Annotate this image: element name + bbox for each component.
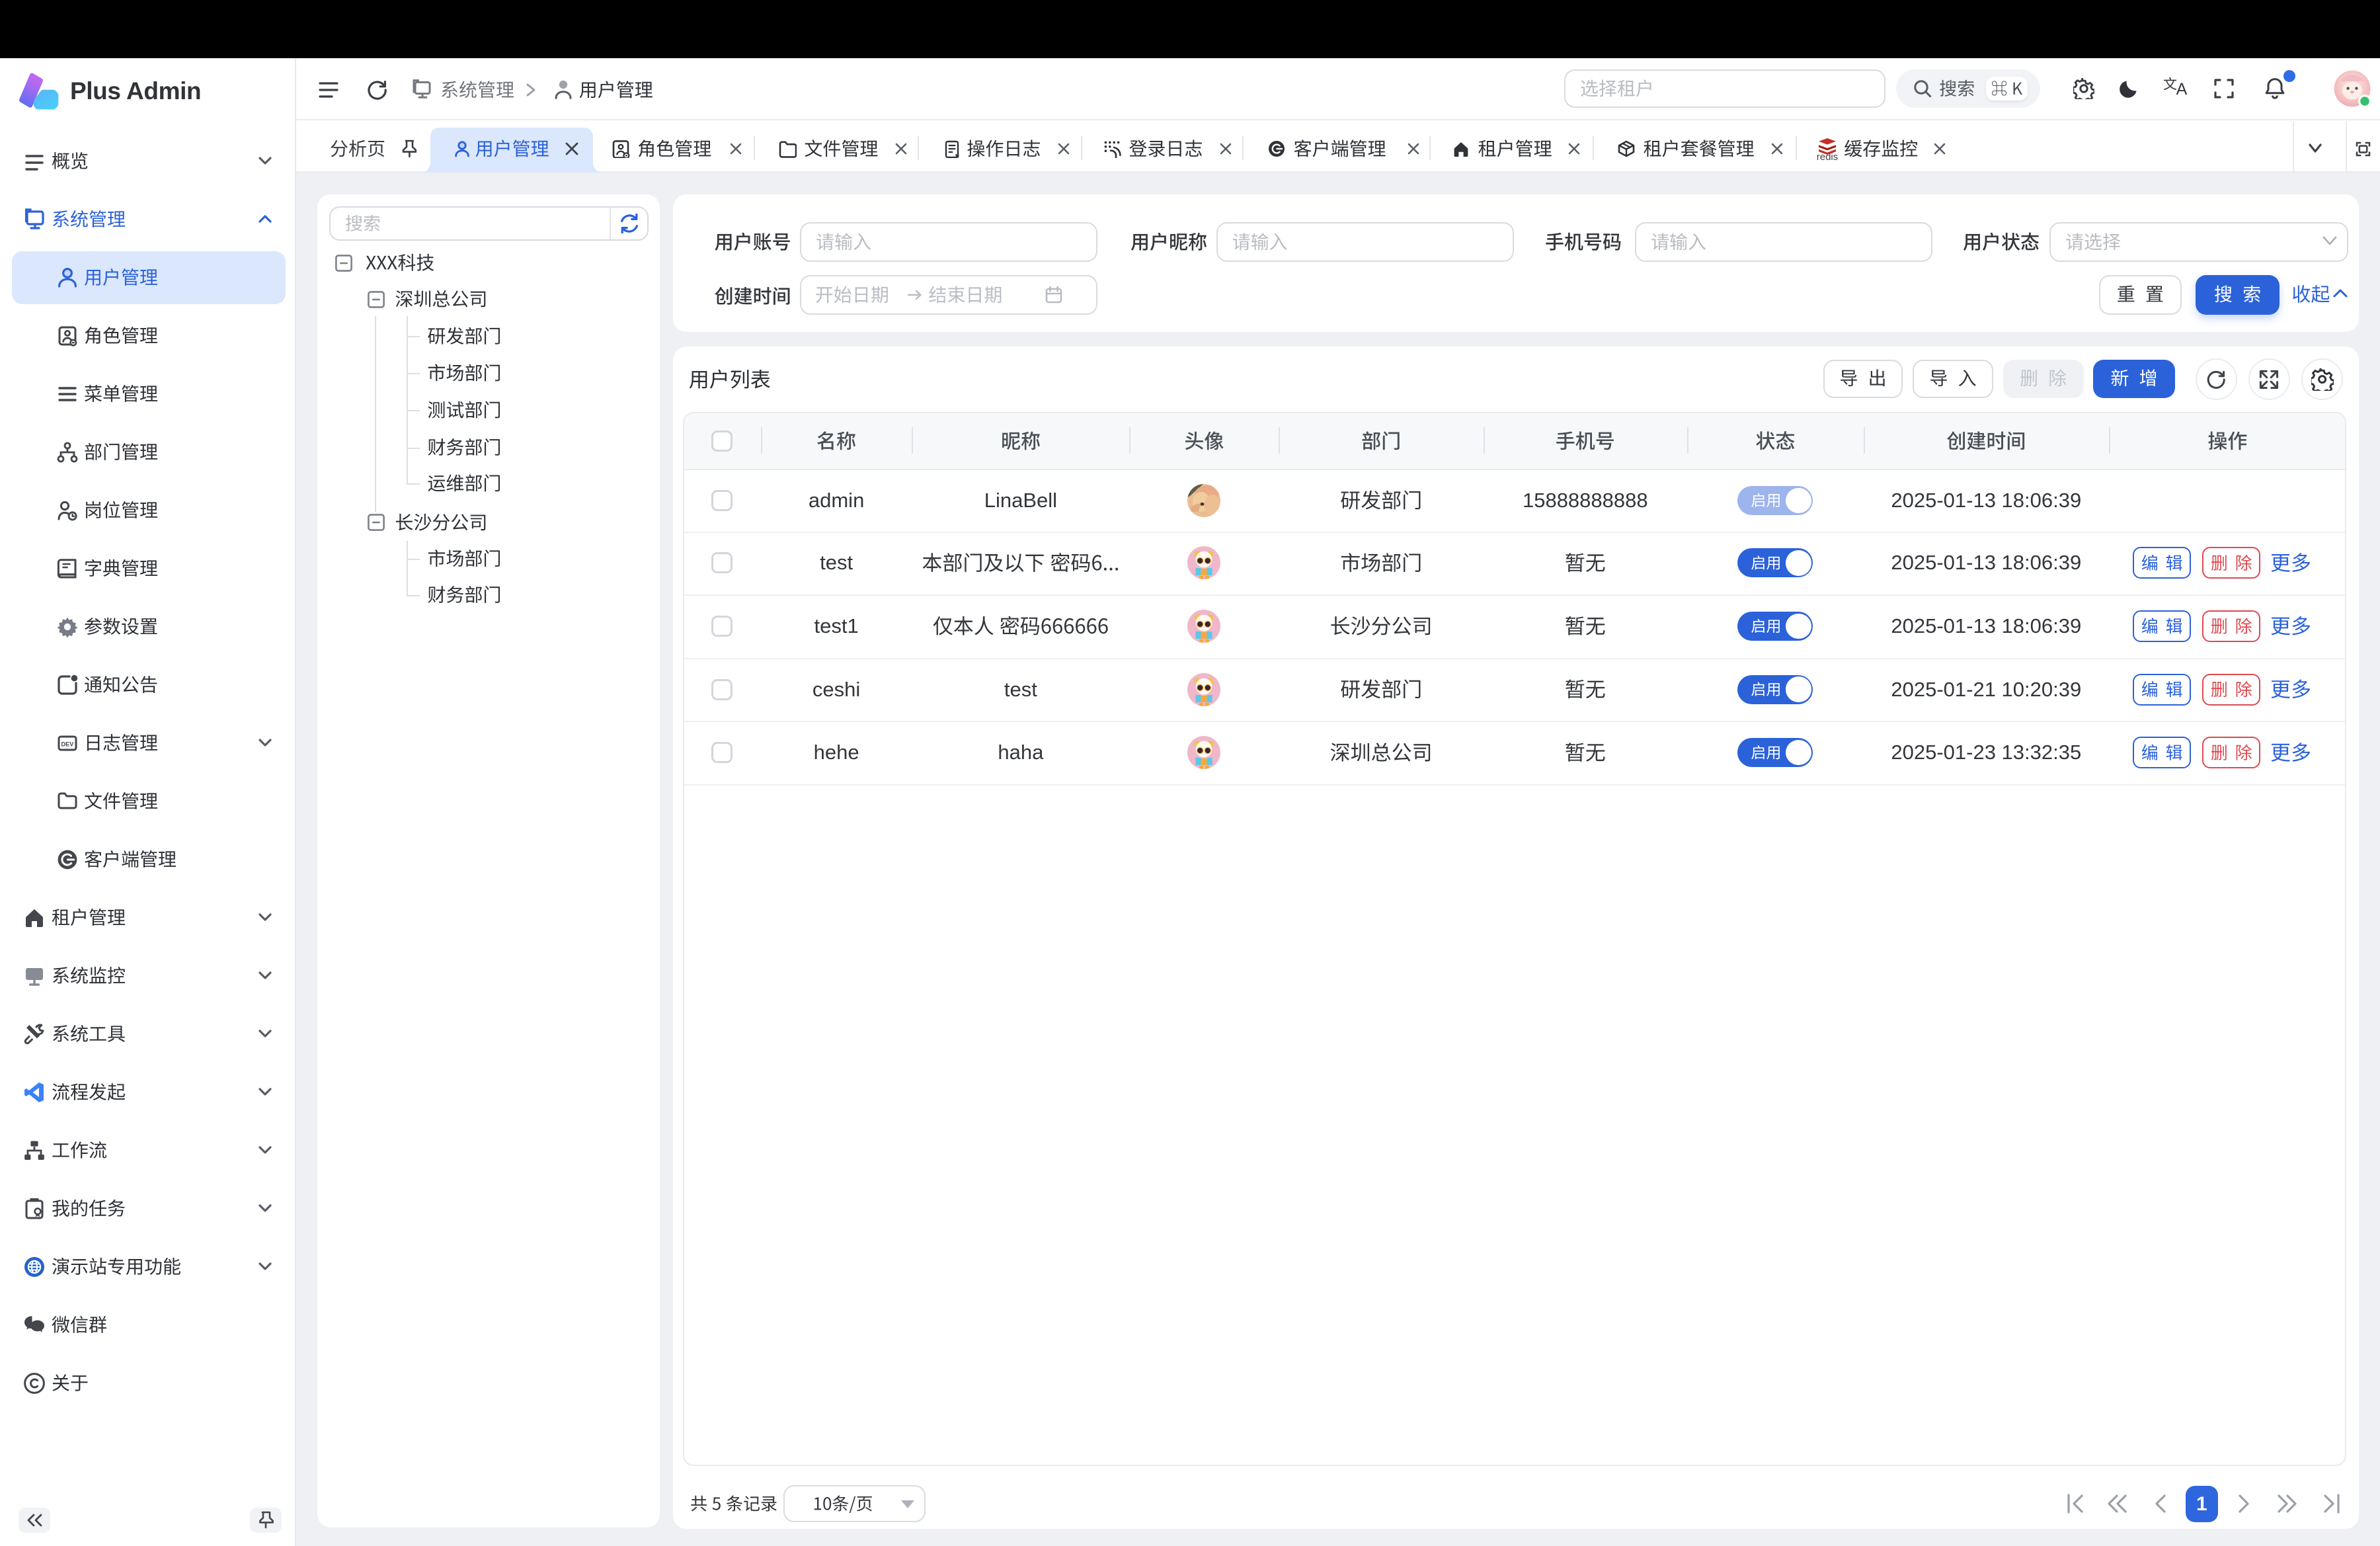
svg-text:DEV: DEV [61, 741, 75, 747]
